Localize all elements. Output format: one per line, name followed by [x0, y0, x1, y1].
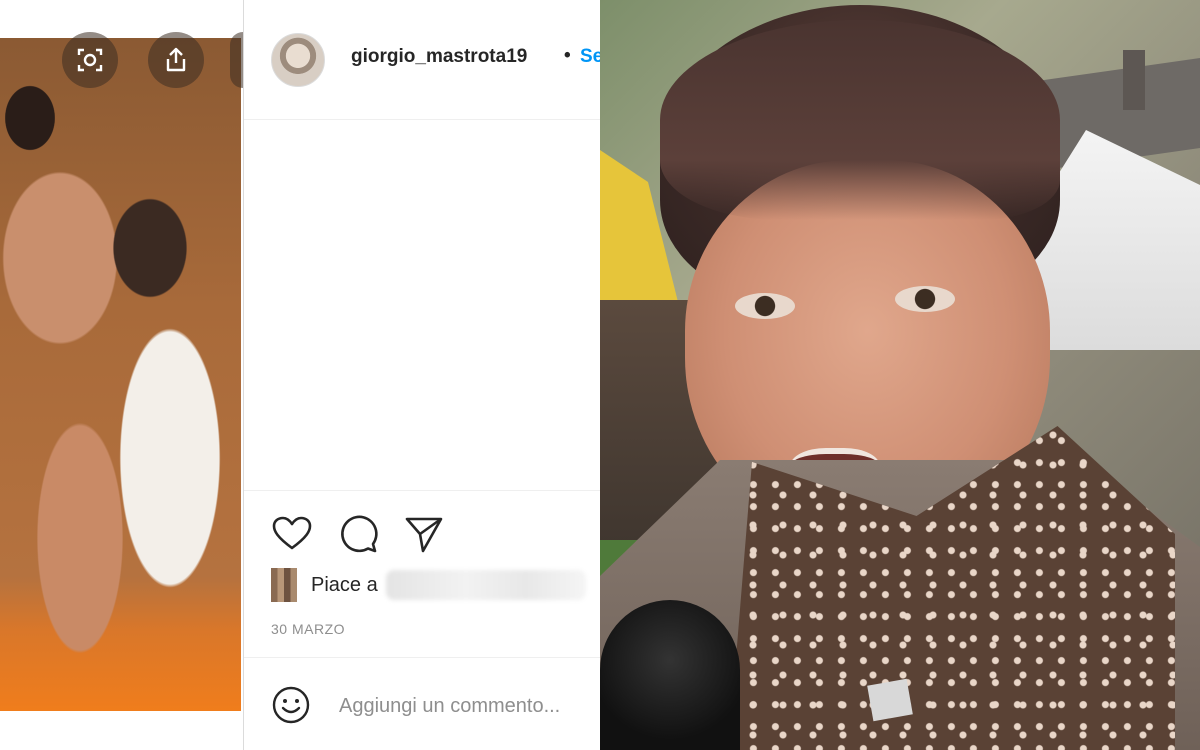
likes-label: Piace a: [311, 573, 378, 596]
chimney: [1123, 50, 1145, 110]
share-direct-icon[interactable]: [403, 513, 445, 555]
fringe: [660, 20, 1060, 220]
post-photo-left: [0, 0, 243, 750]
caption-area: [244, 120, 601, 490]
right-eye: [895, 286, 955, 312]
more-icon[interactable]: [230, 32, 243, 88]
microphone: [600, 600, 740, 750]
post-details-panel: giorgio_mastrota19 • Segui Piace a 30 MA…: [243, 0, 603, 750]
blurred-liker-name: [385, 570, 586, 600]
heart-icon[interactable]: [271, 513, 313, 555]
left-eye: [735, 293, 795, 319]
comment-input[interactable]: [337, 691, 603, 721]
photo-top-strip: [0, 0, 243, 38]
avatar[interactable]: [271, 33, 325, 87]
share-icon[interactable]: [148, 32, 204, 88]
interview-photo: [600, 0, 1200, 750]
likes-row: Piace a: [271, 567, 586, 603]
comment-row: [244, 657, 603, 750]
comment-icon[interactable]: [337, 513, 379, 555]
username[interactable]: giorgio_mastrota19: [351, 46, 527, 68]
follow-button[interactable]: Segui: [580, 46, 601, 68]
post-image: [0, 38, 241, 711]
separator-dot: •: [564, 45, 571, 66]
post-header: giorgio_mastrota19 • Segui: [244, 0, 601, 120]
liker-avatar[interactable]: [271, 568, 297, 602]
badge: [867, 678, 913, 722]
emoji-icon[interactable]: [271, 685, 311, 725]
post-actions: Piace a 30 MARZO: [244, 490, 601, 658]
visual-search-icon[interactable]: [62, 32, 118, 88]
post-date: 30 MARZO: [271, 621, 346, 637]
